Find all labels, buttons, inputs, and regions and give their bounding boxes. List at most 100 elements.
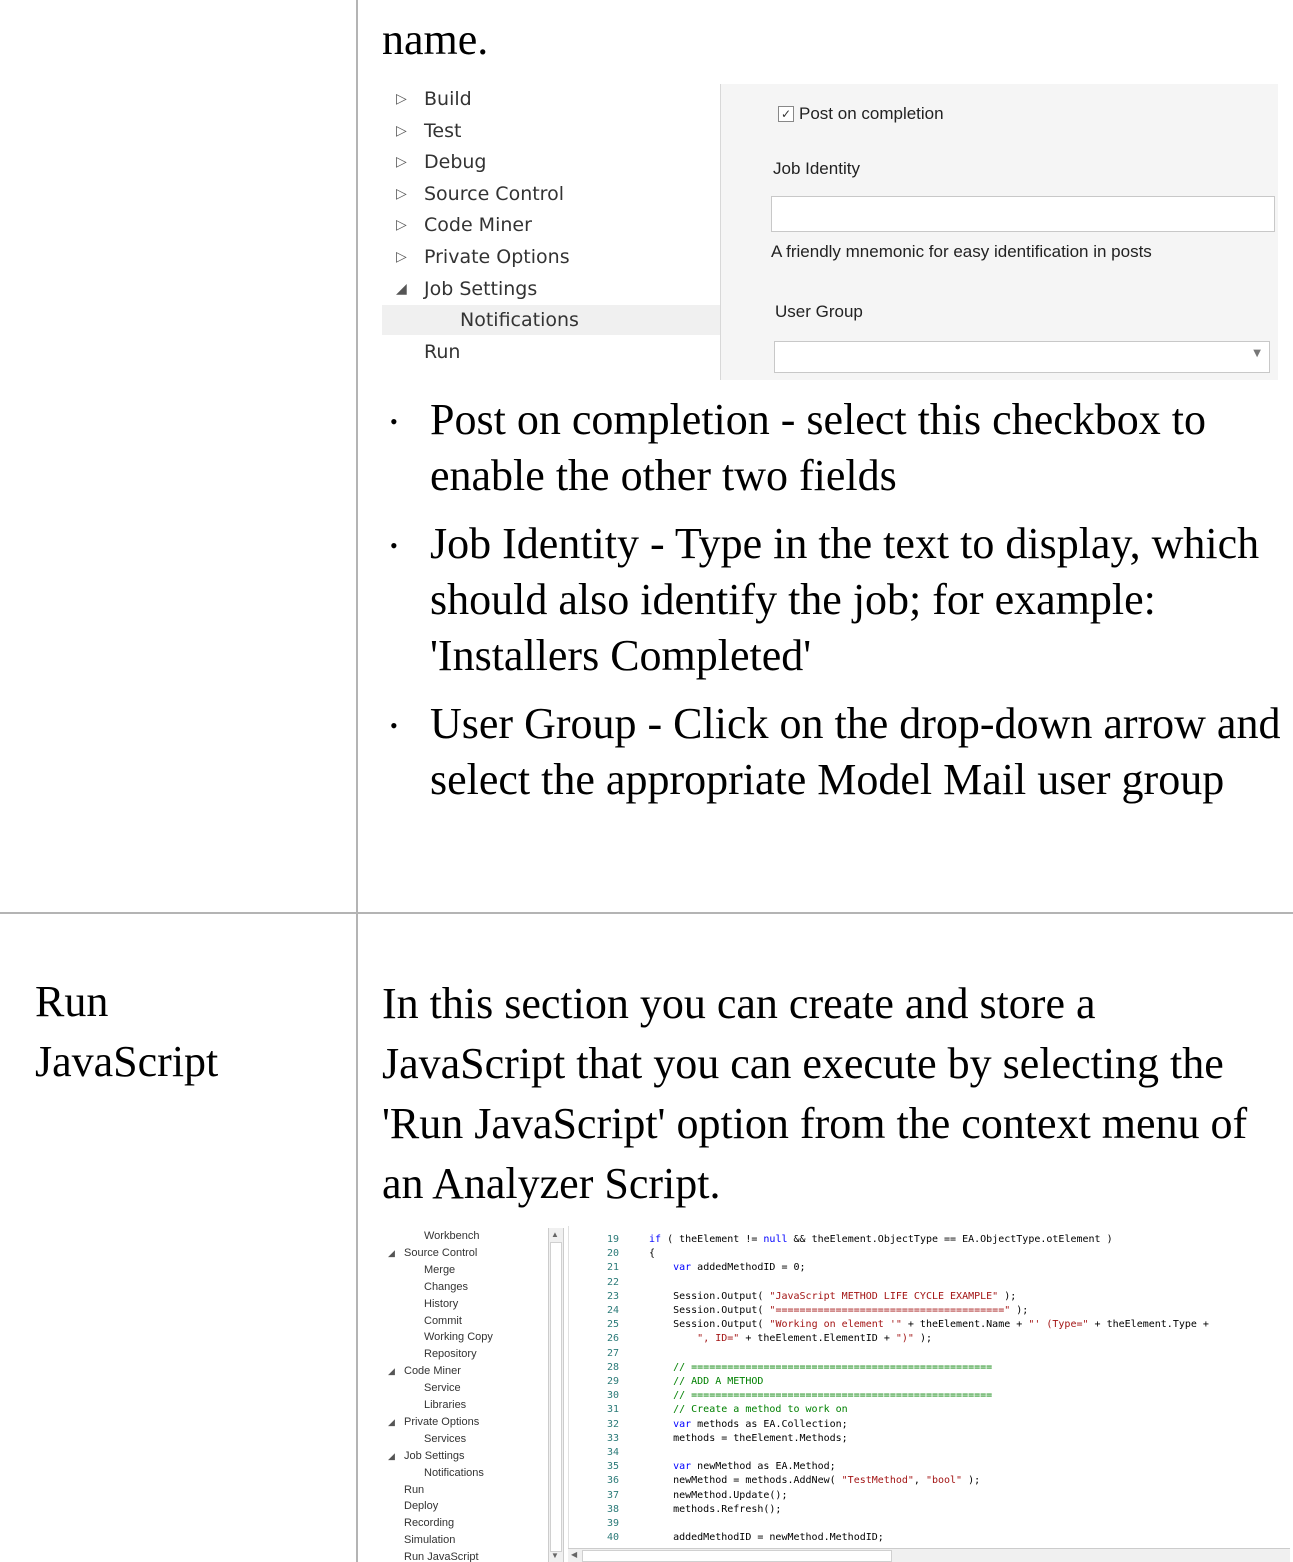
code-line[interactable]: 20 { xyxy=(569,1248,1290,1260)
tree-item-debug[interactable]: ▷ Debug xyxy=(382,147,720,177)
tree-item-test[interactable]: ▷ Test xyxy=(382,116,720,146)
code-line[interactable]: 40 addedMethodID = newMethod.MethodID; xyxy=(569,1532,1290,1544)
tree-item-deploy[interactable]: Deploy xyxy=(382,1498,548,1515)
line-number: 29 xyxy=(607,1376,620,1387)
tree-item-source-control[interactable]: ◢ Source Control xyxy=(382,1245,548,1262)
code-line[interactable]: 36 newMethod = methods.AddNew( "TestMeth… xyxy=(569,1475,1290,1487)
job-identity-input[interactable] xyxy=(771,196,1275,232)
tree-item-label: Notifications xyxy=(424,1466,484,1479)
expand-arrow-icon[interactable]: ▷ xyxy=(396,179,410,209)
code-line[interactable]: 34 xyxy=(569,1447,1290,1459)
scroll-down-icon[interactable]: ▼ xyxy=(551,1551,559,1560)
tree-item-run-javascript[interactable]: Run JavaScript xyxy=(382,1549,548,1562)
code-line[interactable]: 29 // ADD A METHOD xyxy=(569,1376,1290,1388)
bullet-user-group: User Group - Click on the drop-down arro… xyxy=(382,696,1293,808)
code-text: Session.Output( "JavaScript METHOD LIFE … xyxy=(649,1290,1017,1302)
code-line[interactable]: 33 methods = theElement.Methods; xyxy=(569,1433,1290,1445)
code-line[interactable]: 23 Session.Output( "JavaScript METHOD LI… xyxy=(569,1291,1290,1303)
line-number: 39 xyxy=(607,1518,620,1529)
tree-item-working-copy[interactable]: Working Copy xyxy=(382,1329,548,1346)
tree-item-changes[interactable]: Changes xyxy=(382,1279,548,1296)
expand-arrow-icon[interactable]: ▷ xyxy=(396,147,410,177)
tree-item-job-settings[interactable]: ◢ Job Settings xyxy=(382,274,720,304)
code-line[interactable]: 26 ", ID=" + theElement.ElementID + ")" … xyxy=(569,1333,1290,1345)
tree-item-code-miner[interactable]: ◢ Code Miner xyxy=(382,1363,548,1380)
tree-item-workbench[interactable]: Workbench xyxy=(382,1228,548,1245)
line-number: 24 xyxy=(607,1305,620,1316)
line-number: 26 xyxy=(607,1333,620,1345)
line-number: 28 xyxy=(607,1361,620,1373)
code-text: newMethod = methods.AddNew( "TestMethod"… xyxy=(649,1475,981,1487)
tree-item-private-options[interactable]: ▷ Private Options xyxy=(382,242,720,272)
tree-scrollbar[interactable]: ▲ ▼ xyxy=(548,1228,564,1562)
line-number: 37 xyxy=(607,1489,620,1501)
tree-item-simulation[interactable]: Simulation xyxy=(382,1532,548,1549)
scroll-left-icon[interactable]: ◀ xyxy=(571,1550,577,1559)
tree-item-history[interactable]: History xyxy=(382,1296,548,1313)
code-line[interactable]: 28 // ==================================… xyxy=(569,1362,1290,1374)
user-group-select[interactable]: ▼ xyxy=(774,341,1270,373)
code-line[interactable]: 38 methods.Refresh(); xyxy=(569,1504,1290,1516)
tree-item-private-options[interactable]: ◢ Private Options xyxy=(382,1414,548,1431)
tree-item-source-control[interactable]: ▷ Source Control xyxy=(382,179,720,209)
expand-arrow-icon[interactable]: ▷ xyxy=(396,116,410,146)
expand-arrow-icon[interactable]: ▷ xyxy=(396,210,410,240)
row2-description: In this section you can create and store… xyxy=(382,979,1248,1208)
expand-arrow-icon[interactable]: ▷ xyxy=(396,242,410,272)
tree-item-label: Simulation xyxy=(404,1534,456,1547)
expand-arrow-icon[interactable]: ▷ xyxy=(396,84,410,114)
code-text: methods.Refresh(); xyxy=(649,1503,782,1515)
tree-item-label: Run xyxy=(404,1483,425,1496)
tree-item-notifications[interactable]: Notifications xyxy=(382,1465,548,1482)
code-text: { xyxy=(649,1248,656,1260)
code-line[interactable]: 37 newMethod.Update(); xyxy=(569,1490,1290,1502)
scrollbar-thumb[interactable] xyxy=(550,1242,562,1552)
tree-item-run[interactable]: Run xyxy=(382,337,720,367)
tree-item-label: Job Settings xyxy=(404,1449,465,1462)
collapse-arrow-icon[interactable]: ◢ xyxy=(388,1414,395,1431)
line-number: 30 xyxy=(607,1390,620,1402)
code-line[interactable]: 30 // ==================================… xyxy=(569,1390,1290,1402)
collapse-arrow-icon[interactable]: ◢ xyxy=(396,274,410,304)
code-line[interactable]: 35 var newMethod as EA.Method; xyxy=(569,1461,1290,1473)
tree-item-label: Code Miner xyxy=(424,214,532,237)
code-line[interactable]: 39 xyxy=(569,1518,1290,1530)
tree-item-build[interactable]: ▷ Build xyxy=(382,84,720,114)
collapse-arrow-icon[interactable]: ◢ xyxy=(388,1448,395,1465)
code-line[interactable]: 24 Session.Output( "====================… xyxy=(569,1305,1290,1317)
collapse-arrow-icon[interactable]: ◢ xyxy=(388,1363,395,1380)
tree-item-notifications[interactable]: Notifications xyxy=(382,305,720,336)
code-text: Session.Output( "=======================… xyxy=(649,1305,1029,1316)
tree-item-services[interactable]: Services xyxy=(382,1431,548,1448)
javascript-editor[interactable]: 19 if ( theElement != null && theElement.… xyxy=(568,1226,1290,1562)
collapse-arrow-icon[interactable]: ◢ xyxy=(388,1245,395,1262)
code-line[interactable]: 32 var methods as EA.Collection; xyxy=(569,1419,1290,1431)
tree-item-label: Services xyxy=(424,1432,467,1445)
line-number: 27 xyxy=(607,1347,620,1359)
post-on-completion-checkbox[interactable]: ✓ xyxy=(778,106,794,122)
tree-item-repository[interactable]: Repository xyxy=(382,1346,548,1363)
tree-item-label: Private Options xyxy=(404,1415,480,1428)
tree-item-libraries[interactable]: Libraries xyxy=(382,1397,548,1414)
tree-item-job-settings[interactable]: ◢ Job Settings xyxy=(382,1448,548,1465)
tree-item-recording[interactable]: Recording xyxy=(382,1515,548,1532)
scroll-up-icon[interactable]: ▲ xyxy=(551,1230,559,1239)
tree-item-label: Run xyxy=(424,340,461,363)
tree-item-service[interactable]: Service xyxy=(382,1380,548,1397)
chevron-down-icon[interactable]: ▼ xyxy=(1253,348,1261,359)
code-line[interactable]: 19 if ( theElement != null && theElement.… xyxy=(569,1234,1290,1246)
tree-item-run[interactable]: Run xyxy=(382,1482,548,1499)
code-text: // ADD A METHOD xyxy=(649,1376,764,1387)
run-javascript-screenshot: Workbench ◢ Source Control Merge Changes Hist… xyxy=(382,1226,1290,1562)
tree-item-code-miner[interactable]: ▷ Code Miner xyxy=(382,210,720,240)
line-number: 35 xyxy=(607,1461,620,1473)
code-line[interactable]: 22 xyxy=(569,1277,1290,1289)
code-line[interactable]: 27 xyxy=(569,1348,1290,1360)
tree-item-merge[interactable]: Merge xyxy=(382,1262,548,1279)
tree-item-commit[interactable]: Commit xyxy=(382,1313,548,1330)
hscrollbar-thumb[interactable] xyxy=(582,1550,892,1562)
code-line[interactable]: 21 var addedMethodID = 0; xyxy=(569,1262,1290,1274)
code-line[interactable]: 31 // Create a method to work on xyxy=(569,1404,1290,1416)
editor-horizontal-scrollbar[interactable]: ◀ xyxy=(568,1548,1290,1562)
code-line[interactable]: 25 Session.Output( "Working on element '… xyxy=(569,1319,1290,1331)
